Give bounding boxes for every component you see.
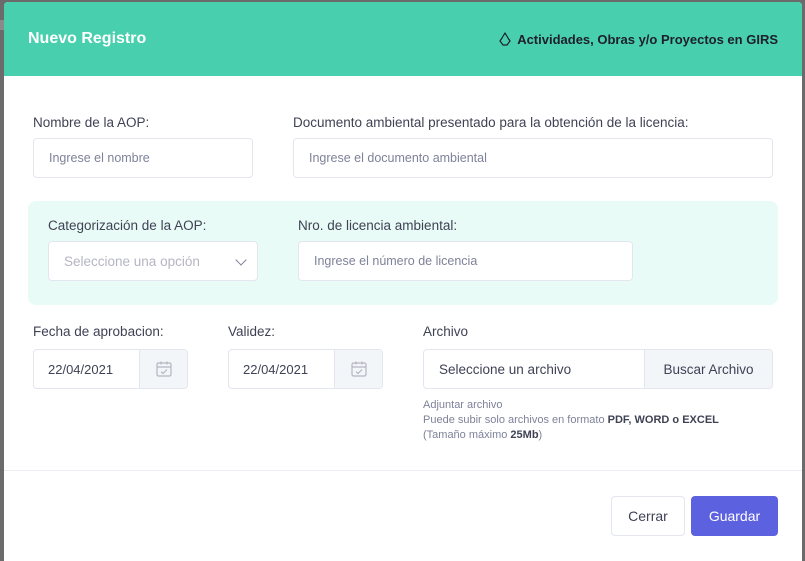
archivo-input[interactable]: Seleccione un archivo Buscar Archivo (423, 349, 773, 389)
categorizacion-selected: Seleccione una opción (64, 253, 200, 269)
modal-subtitle: Actividades, Obras y/o Proyectos en GIRS (517, 31, 778, 47)
chevron-down-icon (235, 254, 247, 266)
help-line-1: Adjuntar archivo (423, 399, 503, 411)
categorizacion-select[interactable]: Seleccione una opción (48, 241, 258, 281)
help-line-2: Puede subir solo archivos en formato PDF… (423, 413, 719, 428)
modal-subtitle-group: Actividades, Obras y/o Proyectos en GIRS (497, 31, 778, 47)
archivo-help: Adjuntar archivo Puede subir solo archiv… (423, 398, 719, 443)
fecha-aprobacion-input[interactable]: 22/04/2021 (33, 349, 188, 389)
categorizacion-label: Categorización de la AOP: (48, 218, 207, 233)
help-line-3-suffix: ) (538, 429, 543, 441)
modal-title: Nuevo Registro (28, 30, 147, 47)
validez-label: Validez: (228, 324, 276, 339)
validez-value: 22/04/2021 (243, 361, 309, 377)
nombre-label: Nombre de la AOP: (33, 115, 150, 130)
close-button[interactable]: Cerrar (611, 496, 685, 536)
fecha-aprobacion-label: Fecha de aprobacion: (33, 324, 164, 339)
help-size: 25Mb (510, 429, 539, 441)
help-line-3: (Tamaño máximo 25Mb) (423, 428, 719, 443)
save-button[interactable]: Guardar (691, 496, 778, 536)
modal-header: Nuevo Registro Actividades, Obras y/o Pr… (4, 2, 802, 76)
archivo-label: Archivo (423, 324, 469, 339)
help-formats: PDF, WORD o EXCEL (607, 414, 719, 426)
archivo-value: Seleccione un archivo (439, 361, 572, 377)
footer-divider (4, 470, 802, 471)
licencia-input[interactable]: Ingrese el número de licencia (298, 241, 633, 281)
validez-input[interactable]: 22/04/2021 (228, 349, 383, 389)
calendar-icon[interactable] (139, 350, 187, 388)
buscar-archivo-button[interactable]: Buscar Archivo (644, 350, 772, 388)
recycle-icon (497, 31, 513, 47)
calendar-icon[interactable] (334, 350, 382, 388)
documento-input[interactable]: Ingrese el documento ambiental (293, 138, 773, 178)
nombre-input[interactable]: Ingrese el nombre (33, 138, 253, 178)
help-line-2-prefix: Puede subir solo archivos en formato (423, 414, 608, 426)
fecha-aprobacion-value: 22/04/2021 (48, 361, 114, 377)
new-record-modal: Nuevo Registro Actividades, Obras y/o Pr… (4, 2, 802, 561)
licencia-label: Nro. de licencia ambiental: (298, 218, 458, 233)
documento-label: Documento ambiental presentado para la o… (293, 115, 689, 130)
help-line-3-prefix: (Tamaño máximo (423, 429, 511, 441)
